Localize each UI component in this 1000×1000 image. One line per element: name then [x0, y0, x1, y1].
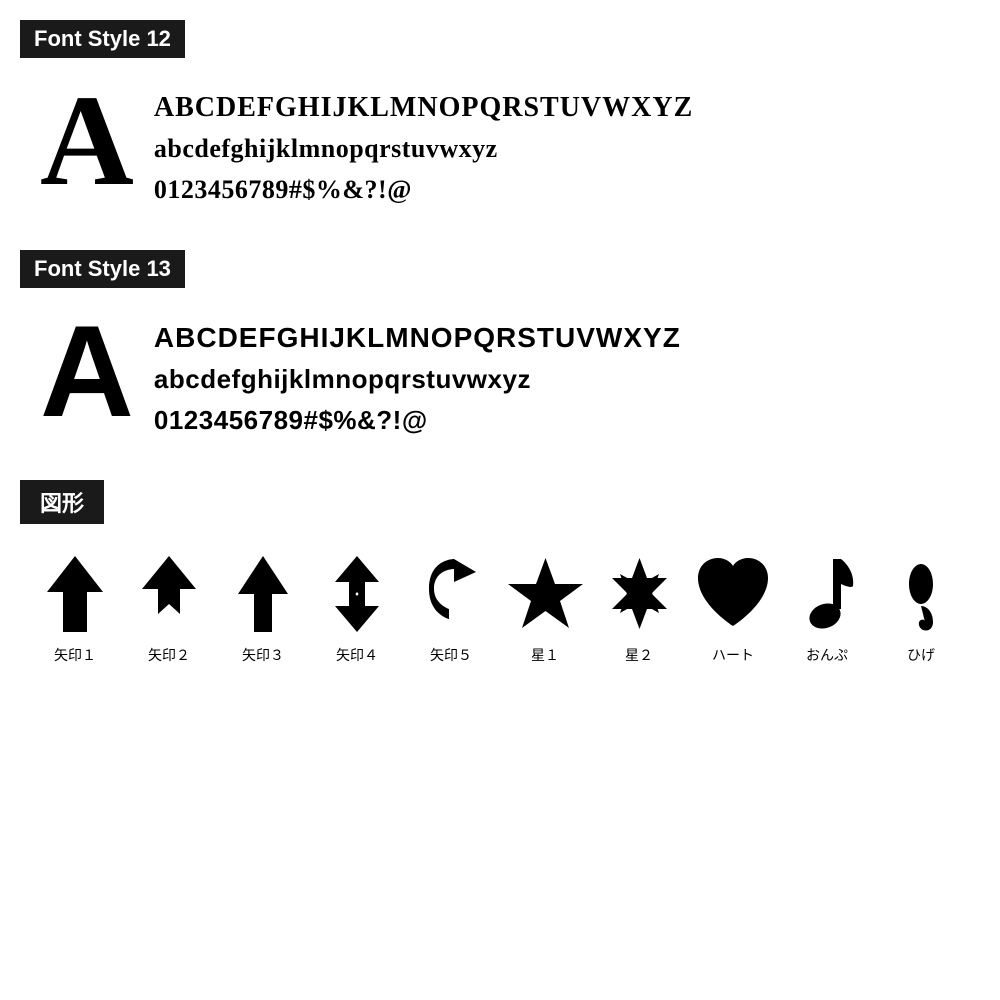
shapes-row: 矢印１ 矢印２ 矢印３ — [20, 549, 980, 665]
font-style-13-uppercase: ABCDEFGHIJKLMNOPQRSTUVWXYZ — [154, 316, 681, 359]
onpu-icon — [787, 549, 867, 639]
hoshi1-label: 星１ — [531, 645, 559, 665]
shapes-title: 図形 — [40, 491, 84, 516]
hige-label: ひげ — [907, 645, 935, 665]
font-style-13-numbers: 0123456789#$%&?!@ — [154, 400, 681, 440]
shape-yajirushi1: 矢印１ — [30, 549, 120, 665]
font-style-12-demo: A ABCDEFGHIJKLMNOPQRSTUVWXYZ abcdefghijk… — [20, 76, 980, 220]
shape-hoshi2: 星２ — [594, 549, 684, 665]
font-style-12-lowercase: abcdefghijklmnopqrstuvwxyz — [154, 129, 693, 169]
yajirushi1-icon — [35, 549, 115, 639]
onpu-label: おんぷ — [806, 645, 848, 665]
yajirushi5-icon — [411, 549, 491, 639]
font-style-12-charset: ABCDEFGHIJKLMNOPQRSTUVWXYZ abcdefghijklm… — [154, 86, 693, 210]
shape-hoshi1: 星１ — [500, 549, 590, 665]
shape-yajirushi2: 矢印２ — [124, 549, 214, 665]
yajirushi1-label: 矢印１ — [54, 645, 96, 665]
heart-label: ハート — [712, 645, 754, 665]
font-style-12-title: Font Style 12 — [34, 26, 171, 51]
hoshi2-label: 星２ — [625, 645, 653, 665]
font-style-13-title: Font Style 13 — [34, 256, 171, 281]
hoshi2-icon — [599, 549, 679, 639]
font-style-13-lowercase: abcdefghijklmnopqrstuvwxyz — [154, 359, 681, 399]
font-style-13-demo: A ABCDEFGHIJKLMNOPQRSTUVWXYZ abcdefghijk… — [20, 306, 980, 450]
shapes-section: 図形 矢印１ 矢印２ — [20, 480, 980, 665]
shape-onpu: おんぷ — [782, 549, 872, 665]
shape-yajirushi3: 矢印３ — [218, 549, 308, 665]
yajirushi3-label: 矢印３ — [242, 645, 284, 665]
shape-hige: ひげ — [876, 549, 966, 665]
font-style-12-big-letter: A — [40, 76, 134, 206]
font-style-13-section: Font Style 13 A ABCDEFGHIJKLMNOPQRSTUVWX… — [20, 250, 980, 450]
yajirushi2-label: 矢印２ — [148, 645, 190, 665]
shapes-header: 図形 — [20, 480, 104, 524]
yajirushi2-icon — [129, 549, 209, 639]
hoshi1-icon — [505, 549, 585, 639]
shape-yajirushi4: 矢印４ — [312, 549, 402, 665]
font-style-12-section: Font Style 12 A ABCDEFGHIJKLMNOPQRSTUVWX… — [20, 20, 980, 220]
font-style-12-uppercase: ABCDEFGHIJKLMNOPQRSTUVWXYZ — [154, 86, 693, 129]
shape-heart: ハート — [688, 549, 778, 665]
shape-yajirushi5: 矢印５ — [406, 549, 496, 665]
font-style-13-header: Font Style 13 — [20, 250, 185, 288]
heart-icon — [693, 549, 773, 639]
yajirushi4-label: 矢印４ — [336, 645, 378, 665]
hige-icon — [881, 549, 961, 639]
yajirushi3-icon — [223, 549, 303, 639]
yajirushi5-label: 矢印５ — [430, 645, 472, 665]
font-style-13-big-letter: A — [40, 306, 134, 436]
font-style-12-numbers: 0123456789#$%&?!@ — [154, 170, 693, 210]
font-style-13-charset: ABCDEFGHIJKLMNOPQRSTUVWXYZ abcdefghijklm… — [154, 316, 681, 440]
font-style-12-header: Font Style 12 — [20, 20, 185, 58]
yajirushi4-icon — [317, 549, 397, 639]
